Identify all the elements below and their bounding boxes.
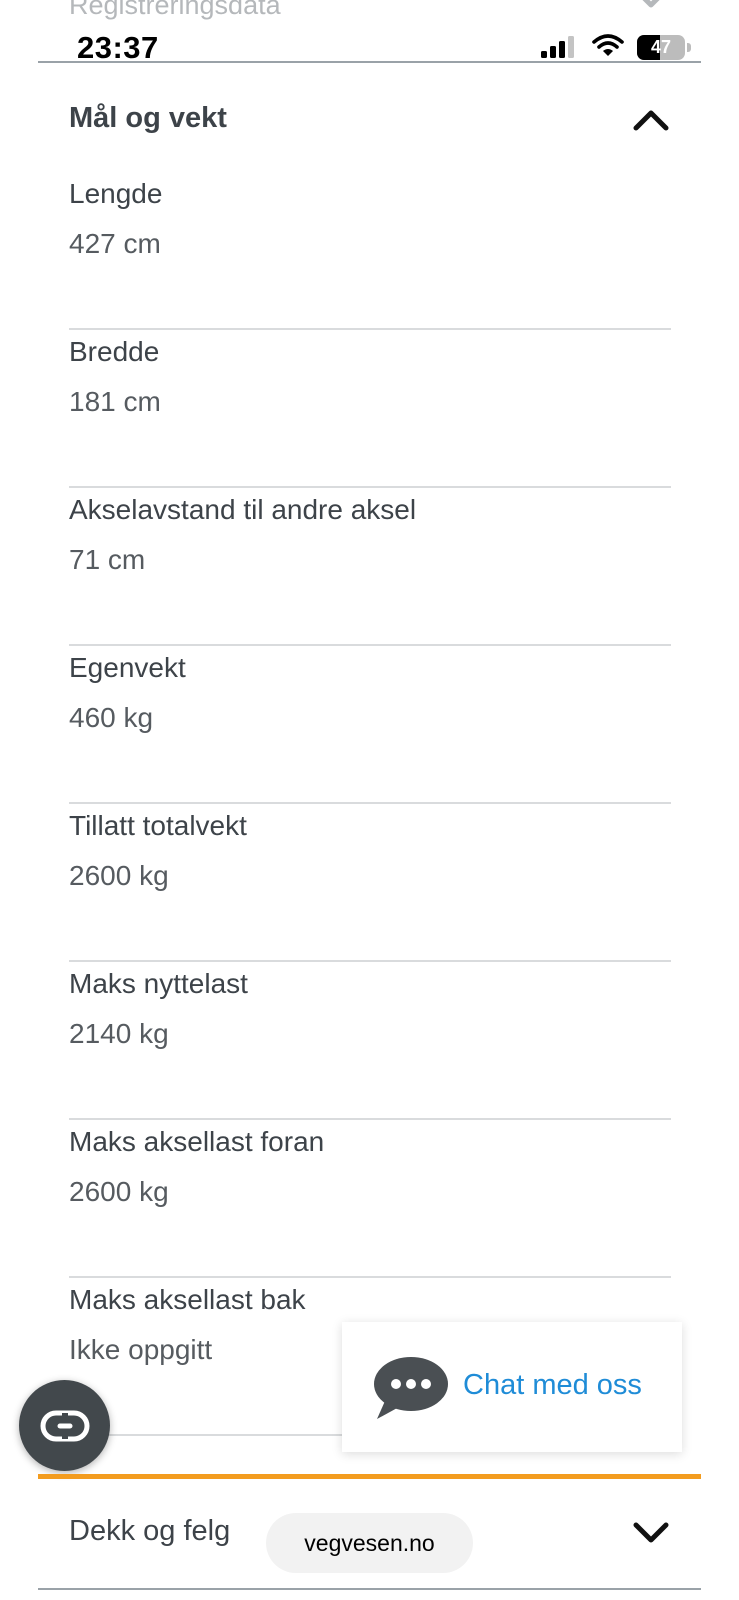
list-item: Akselavstand til andre aksel 71 cm xyxy=(69,488,671,646)
battery-icon: 47 xyxy=(637,35,691,60)
divider xyxy=(38,1588,701,1590)
section-header-maal-og-vekt[interactable]: Mål og vekt xyxy=(0,90,739,150)
section-title: Mål og vekt xyxy=(69,102,227,134)
section-title: Dekk og felg xyxy=(69,1515,231,1547)
battery-level: 47 xyxy=(650,37,672,57)
field-list: Lengde 427 cm Bredde 181 cm Akselavstand… xyxy=(69,172,671,1436)
field-label: Lengde xyxy=(69,178,163,209)
chevron-down-icon[interactable] xyxy=(632,0,670,17)
chevron-down-icon[interactable] xyxy=(632,1521,670,1552)
cellular-signal-icon xyxy=(541,36,577,63)
browser-address-bar[interactable]: vegvesen.no xyxy=(266,1513,473,1573)
field-label: Bredde xyxy=(69,336,160,367)
wifi-icon xyxy=(592,34,624,63)
field-value: Ikke oppgitt xyxy=(69,1334,213,1365)
field-value: 2600 kg xyxy=(69,1176,169,1207)
field-label: Egenvekt xyxy=(69,652,186,683)
chevron-up-icon[interactable] xyxy=(632,106,670,137)
field-label: Maks aksellast foran xyxy=(69,1126,325,1157)
field-value: 2140 kg xyxy=(69,1018,169,1049)
previous-section-title: Registreringsdata xyxy=(69,0,281,20)
list-item: Bredde 181 cm xyxy=(69,330,671,488)
list-item: Egenvekt 460 kg xyxy=(69,646,671,804)
field-value: 2600 kg xyxy=(69,860,169,891)
url-text: vegvesen.no xyxy=(304,1530,435,1556)
field-label: Maks aksellast bak xyxy=(69,1284,306,1315)
previous-section-header[interactable]: Registreringsdata xyxy=(0,0,739,30)
list-item: Lengde 427 cm xyxy=(69,172,671,330)
section-divider-accent xyxy=(38,1474,701,1479)
field-label: Akselavstand til andre aksel xyxy=(69,494,417,525)
field-value: 460 kg xyxy=(69,702,154,733)
chat-label: Chat med oss xyxy=(463,1369,642,1401)
field-value: 427 cm xyxy=(69,228,161,259)
field-label: Tillatt totalvekt xyxy=(69,810,247,841)
list-item: Tillatt totalvekt 2600 kg xyxy=(69,804,671,962)
divider xyxy=(38,61,701,63)
field-value: 71 cm xyxy=(69,544,146,575)
list-item: Maks aksellast foran 2600 kg xyxy=(69,1120,671,1278)
read-aloud-icon xyxy=(40,1410,90,1447)
list-item: Maks nyttelast 2140 kg xyxy=(69,962,671,1120)
chat-button[interactable]: Chat med oss xyxy=(342,1322,682,1452)
field-label: Maks nyttelast xyxy=(69,968,248,999)
field-value: 181 cm xyxy=(69,386,161,417)
chat-bubble-icon xyxy=(371,1355,449,1426)
read-aloud-button[interactable] xyxy=(19,1380,110,1471)
